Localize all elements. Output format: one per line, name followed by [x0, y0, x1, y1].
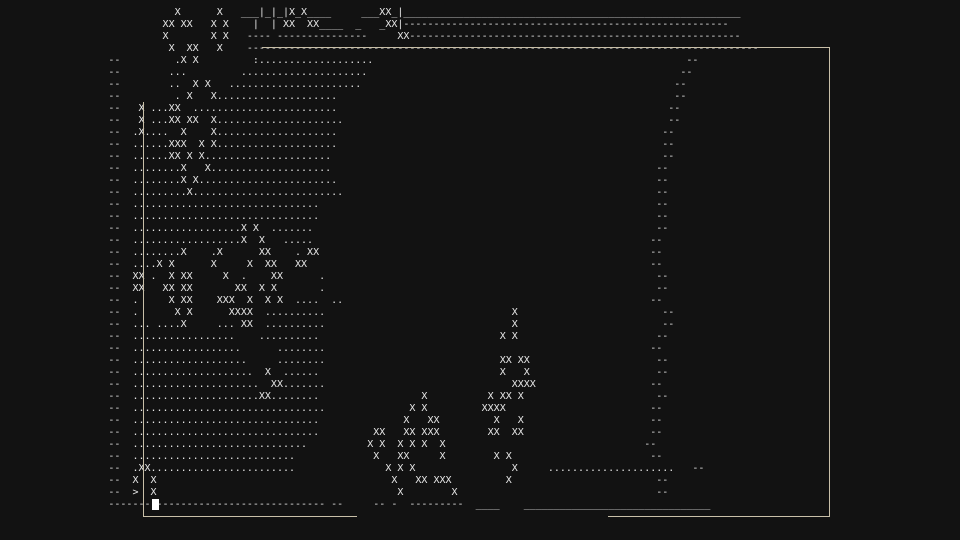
screen-row: -- ..................... XX....... XXXX …	[0, 379, 663, 390]
screen-row: X X ___|_|_|X_X____ ___XX_|_____________…	[0, 7, 741, 18]
screen-row: -- . X X XXXX .......... X --	[0, 307, 675, 318]
screen-row: XX XX X X | | XX XX____ _ _XX|----------…	[0, 19, 729, 30]
screen-row: X X X ---- --------------- XX-----------…	[0, 31, 741, 42]
screen-row: -- .....................XX........ X X X…	[0, 391, 669, 402]
screen-row: -- .XX........................ X X X X .…	[0, 463, 705, 474]
screen-row: -- ............................... X XX …	[0, 415, 663, 426]
screen-row: -- ................. .......... X X --	[0, 331, 669, 342]
room-wall-right	[829, 47, 830, 517]
screen-row: ------------------------------------ -- …	[0, 499, 711, 510]
screen-row: -- .........X......................... -…	[0, 187, 669, 198]
screen-row: -- ........X X....................... --	[0, 175, 669, 186]
screen-row: -- X X X XX XXX X --	[0, 475, 669, 486]
screen-row: -- X ...XX XX X..................... --	[0, 115, 681, 126]
room-wall-bottom-right	[608, 516, 830, 517]
game-terminal: X X ___|_|_|X_X____ ___XX_|_____________…	[0, 0, 960, 540]
room-wall-bottom-left	[143, 516, 357, 517]
screen-row: -- ........................... X XX X X …	[0, 451, 663, 462]
screen-row: -- XX . X XX X . XX . --	[0, 271, 669, 282]
screen-row: -- ............................. X X X X…	[0, 439, 657, 450]
room-wall-top	[262, 47, 830, 48]
screen-row: -- .X X :................... --	[0, 55, 699, 66]
screen-row: -- ........X X.................... --	[0, 163, 669, 174]
screen-row: -- ......XX X X..................... --	[0, 151, 675, 162]
screen-row: -- ................... ........ XX XX --	[0, 355, 669, 366]
screen-row: -- ....X X X X XX XX --	[0, 259, 663, 270]
screen-row: -- XX XX XX XX X X . --	[0, 283, 669, 294]
screen-row: -- .X.... X X.................... --	[0, 127, 675, 138]
room-wall-left	[143, 102, 144, 517]
screen-row: -- ..................X X ..... --	[0, 235, 663, 246]
screen-row: -- ................................ X X …	[0, 403, 663, 414]
game-map: X X ___|_|_|X_X____ ___XX_|_____________…	[0, 0, 759, 511]
screen-row: -- . X XX XXX X X X .... .. --	[0, 295, 663, 306]
screen-row: -- .................... X ...... X X --	[0, 367, 669, 378]
screen-row: -- ..................X X ....... --	[0, 223, 669, 234]
screen-row: -- > X X X --	[0, 487, 669, 498]
screen-row: -- ............................... XX XX…	[0, 427, 663, 438]
screen-row: -- ... ....X ... XX .......... X --	[0, 319, 675, 330]
player-cursor	[152, 499, 159, 510]
screen-row: -- .. X X ...................... --	[0, 79, 687, 90]
screen-row: -- ... ..................... --	[0, 67, 693, 78]
screen-row: -- ............................... --	[0, 199, 669, 210]
screen-row: -- .................. ........ --	[0, 343, 663, 354]
screen-row: -- X ...XX ........................ --	[0, 103, 681, 114]
screen-row: -- ............................... --	[0, 211, 669, 222]
screen-row: -- ........X .X XX . XX --	[0, 247, 663, 258]
screen-row: -- . X X.................... --	[0, 91, 687, 102]
screen-row: X XX X ---------------------------------…	[0, 43, 759, 54]
screen-row: -- ......XXX X X.................... --	[0, 139, 675, 150]
